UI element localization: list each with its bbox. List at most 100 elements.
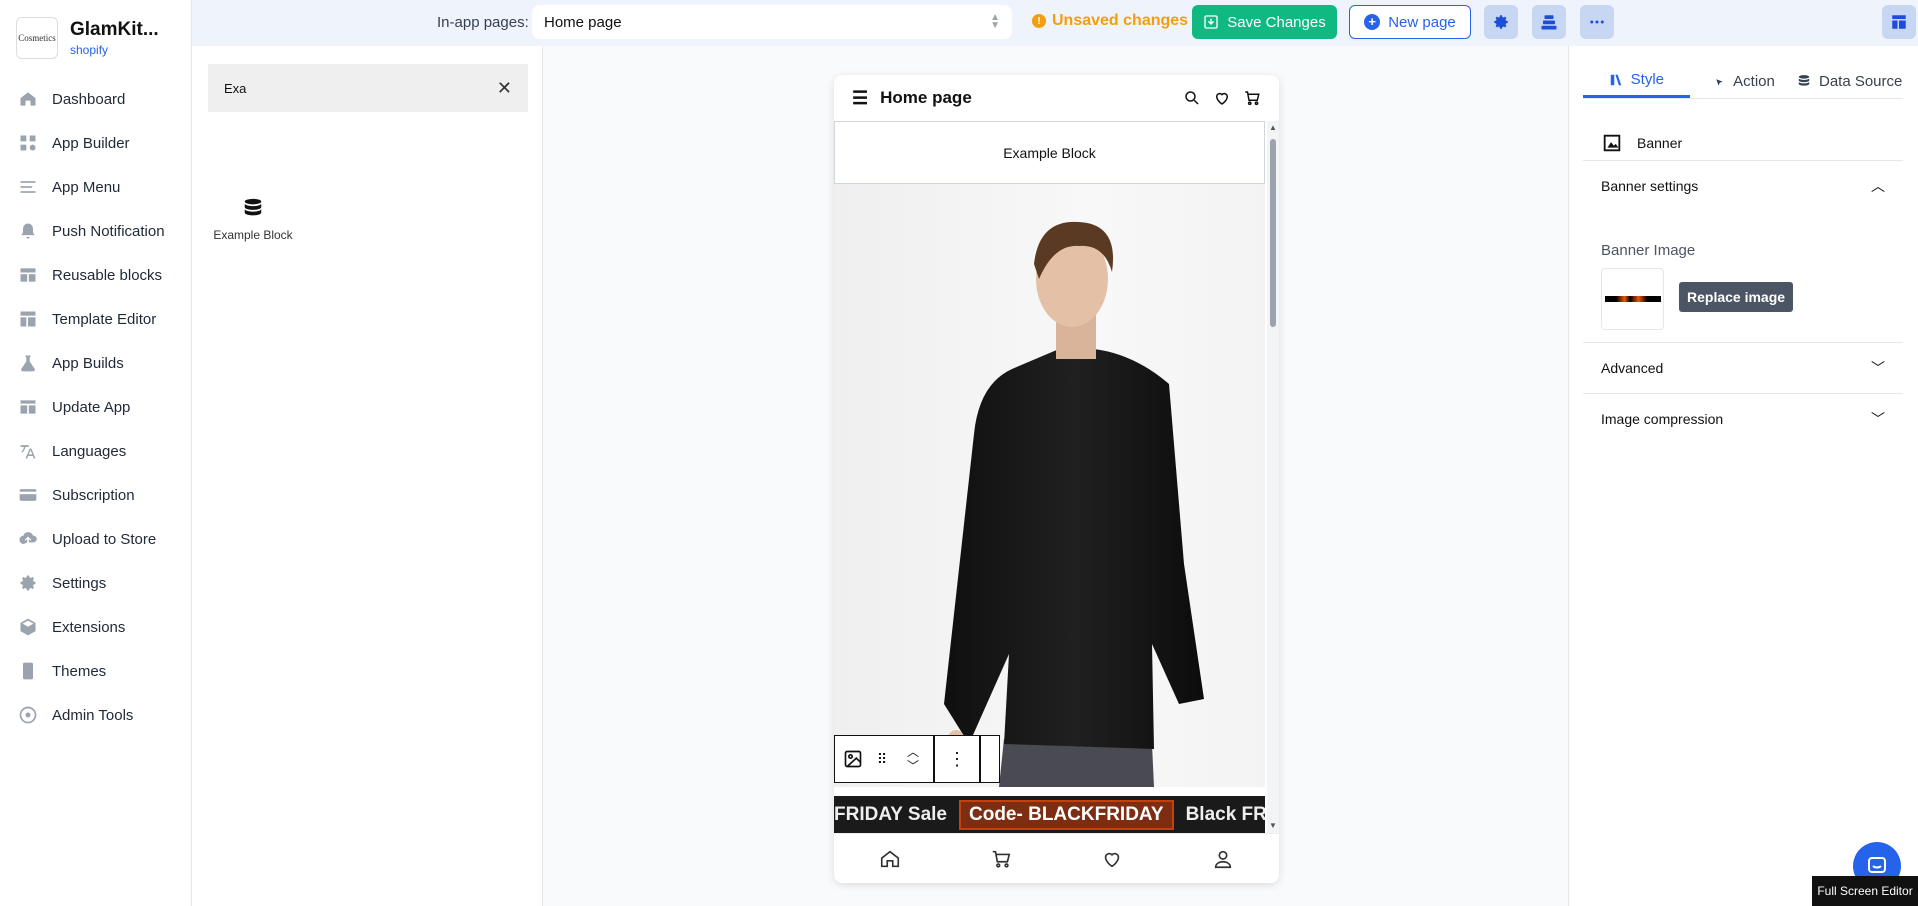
section-title: Advanced (1601, 360, 1664, 376)
heart-icon[interactable] (1101, 848, 1123, 870)
new-page-button[interactable]: + New page (1349, 5, 1471, 39)
tab-data-source[interactable]: Data Source (1796, 64, 1903, 98)
move-updown-icon[interactable]: ︿ ﹀ (893, 736, 933, 782)
preview-tab-bar (834, 833, 1279, 883)
sidebar-item-label: Admin Tools (52, 706, 134, 724)
banner-image-label: Banner Image (1601, 242, 1696, 259)
banner-thumbnail[interactable] (1601, 268, 1664, 330)
scroll-up-icon[interactable]: ▲ (1269, 123, 1277, 132)
section-image-compression: Image compression ﹀ (1583, 393, 1903, 444)
sidebar-item-template-editor[interactable]: Template Editor (0, 297, 191, 341)
advanced-header[interactable]: Advanced ﹀ (1583, 343, 1903, 393)
cart-icon[interactable] (990, 848, 1012, 870)
menu-icon (18, 177, 38, 197)
sidebar-item-settings[interactable]: Settings (0, 561, 191, 605)
save-changes-button[interactable]: Save Changes (1192, 5, 1337, 39)
close-icon[interactable]: ✕ (497, 78, 512, 99)
search-icon[interactable] (1183, 89, 1201, 107)
in-app-pages-select[interactable]: Home page ▲ ▼ (532, 5, 1012, 39)
settings-button[interactable] (1484, 5, 1518, 39)
sidebar-item-admin-tools[interactable]: Admin Tools (0, 693, 191, 737)
sidebar-item-label: App Builder (52, 134, 130, 152)
chevron-updown-icon: ▲ ▼ (990, 12, 1000, 31)
sidebar-item-app-builds[interactable]: App Builds (0, 341, 191, 385)
layout-icon (1892, 15, 1906, 29)
preview-title: Home page (880, 88, 972, 107)
image-compression-header[interactable]: Image compression ﹀ (1583, 394, 1903, 444)
sidebar-item-extensions[interactable]: Extensions (0, 605, 191, 649)
section-title: Image compression (1601, 411, 1724, 427)
brand-name: GlamKit... (70, 19, 159, 40)
block-result-example[interactable]: Example Block (208, 196, 298, 242)
sidebar-item-upload-to-store[interactable]: Upload to Store (0, 517, 191, 561)
user-icon[interactable] (1212, 848, 1234, 870)
banner-settings-header[interactable]: Banner settings ︿ (1583, 161, 1903, 211)
tab-style[interactable]: Style (1583, 64, 1690, 98)
chevron-up-icon: ︿ (1871, 178, 1885, 194)
sidebar-item-reusable-blocks[interactable]: Reusable blocks (0, 253, 191, 297)
sidebar-item-label: Extensions (52, 618, 126, 636)
in-app-pages-label: In-app pages: (437, 14, 529, 31)
brand[interactable]: Cosmetics GlamKit... shopify (0, 0, 191, 76)
tab-label: Style (1630, 71, 1665, 88)
section-title: Banner settings (1601, 178, 1699, 194)
section-banner-settings: Banner settings ︿ (1583, 160, 1903, 211)
cloud-upload-icon (18, 529, 38, 549)
database-icon (244, 198, 262, 216)
banner-image[interactable] (834, 184, 1265, 787)
promo-left: FRIDAY Sale (834, 803, 947, 825)
promo-banner[interactable]: FRIDAY Sale Code- BLACKFRIDAY Black FR (834, 796, 1265, 833)
replace-image-button[interactable]: Replace image (1679, 282, 1794, 312)
layers-button[interactable] (1532, 5, 1566, 39)
bell-icon (18, 221, 38, 241)
plus-icon: + (1364, 14, 1381, 30)
unsaved-changes-indicator: ! Unsaved changes (1032, 12, 1188, 30)
sidebar-item-languages[interactable]: Languages (0, 429, 191, 473)
sidebar-item-update-app[interactable]: Update App (0, 385, 191, 429)
new-page-label: New page (1388, 13, 1456, 31)
layout-toggle-button[interactable] (1882, 5, 1916, 39)
drag-handle-icon[interactable]: ⠿ (871, 736, 893, 782)
promo-right: Black FR (1185, 803, 1265, 825)
scroll-down-icon[interactable]: ▼ (1269, 821, 1277, 830)
sidebar-item-label: Settings (52, 574, 107, 592)
card-icon (18, 485, 38, 505)
image-icon (1603, 134, 1621, 152)
hamburger-icon[interactable]: ☰ (852, 88, 868, 109)
phone-icon (18, 661, 38, 681)
sidebar-item-subscription[interactable]: Subscription (0, 473, 191, 517)
sidebar-item-app-menu[interactable]: App Menu (0, 165, 191, 209)
promo-code: Code- BLACKFRIDAY (959, 799, 1174, 830)
more-button[interactable] (1580, 5, 1614, 39)
sidebar-item-dashboard[interactable]: Dashboard (0, 77, 191, 121)
toolbar-divider (979, 736, 981, 782)
sidebar-item-label: Reusable blocks (52, 266, 163, 284)
chevron-down-icon: ﹀ (1871, 411, 1885, 427)
tab-action[interactable]: Action (1690, 64, 1797, 98)
sidebar-item-label: Upload to Store (52, 530, 157, 548)
gear-icon (18, 573, 38, 593)
brand-platform: shopify (70, 43, 109, 57)
preview-header: ☰ Home page (834, 75, 1279, 121)
download-icon (1204, 15, 1218, 29)
sidebar-item-push-notification[interactable]: Push Notification (0, 209, 191, 253)
more-vertical-icon[interactable]: ⋮ (935, 736, 979, 782)
heart-icon[interactable] (1213, 89, 1231, 107)
example-block[interactable]: Example Block (834, 121, 1265, 184)
cart-icon[interactable] (1243, 89, 1261, 107)
image-icon[interactable] (835, 736, 871, 782)
sidebar-item-app-builder[interactable]: App Builder (0, 121, 191, 165)
sidebar-item-themes[interactable]: Themes (0, 649, 191, 693)
home-icon[interactable] (879, 848, 901, 870)
scroll-thumb[interactable] (1270, 139, 1276, 327)
banner-model-image (944, 221, 1204, 787)
component-title: Banner (1601, 132, 1682, 154)
block-search-input[interactable]: Exa ✕ (208, 64, 528, 112)
admin-icon (18, 705, 38, 725)
full-screen-editor-button[interactable]: Full Screen Editor (1812, 876, 1918, 906)
chevron-down-icon: ﹀ (1871, 360, 1885, 376)
section-advanced: Advanced ﹀ (1583, 342, 1903, 393)
tab-label: Data Source (1818, 72, 1903, 90)
sidebar-item-label: App Builds (52, 354, 124, 372)
preview-scrollbar[interactable]: ▲ ▼ (1267, 121, 1279, 833)
